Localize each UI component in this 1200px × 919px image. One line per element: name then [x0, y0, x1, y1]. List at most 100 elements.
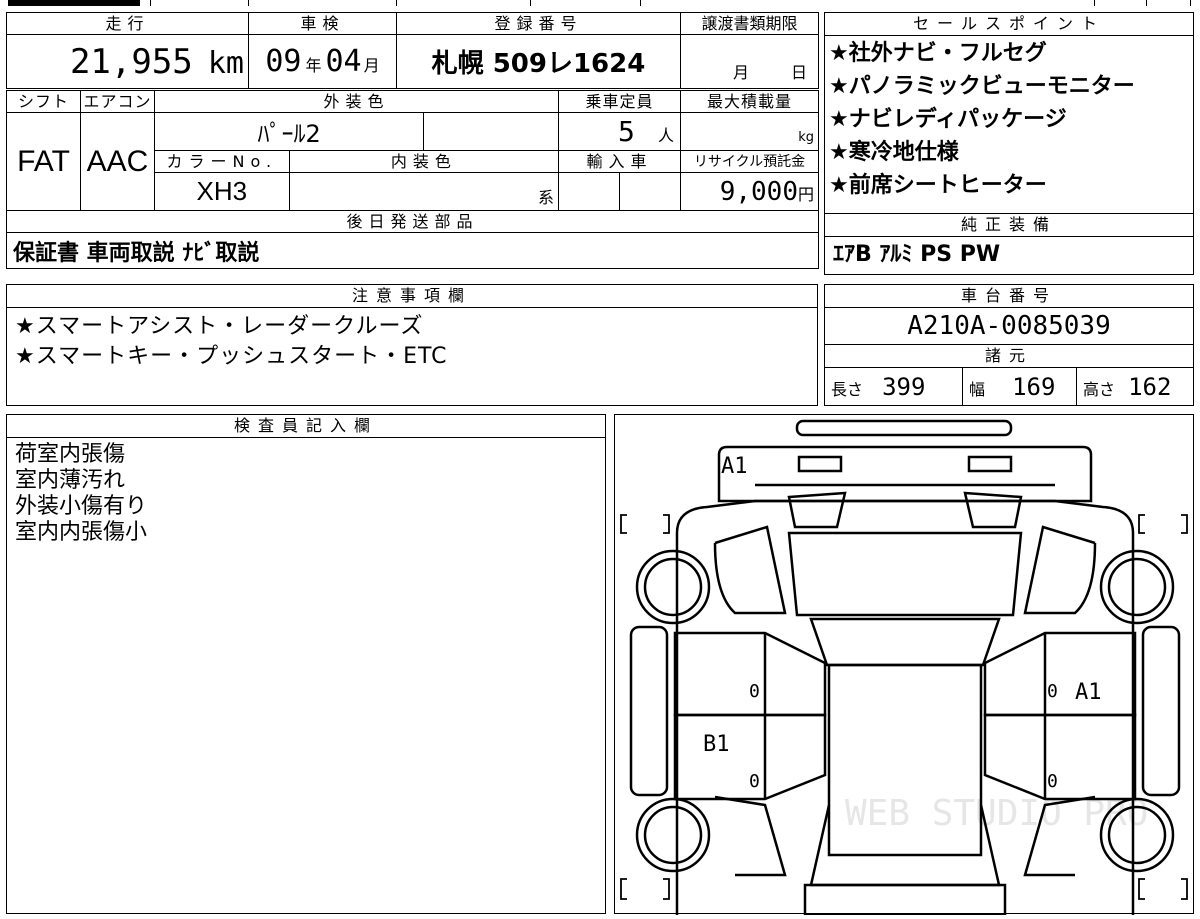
notes-panel: 注意事項欄 ★スマートアシスト・レーダークルーズ ★スマートキー・プッシュスター… [6, 284, 818, 406]
sales-points-list: ★社外ナビ・フルセグ ★パノラミックビューモニター ★ナビレディパッケージ ★寒… [825, 36, 1193, 202]
inspection-label: 車検 [248, 12, 397, 35]
wheel-rear-right [1099, 549, 1175, 625]
exterior-color-extra [423, 112, 559, 151]
color-no-label: カラーNo. [154, 150, 290, 173]
rear-quarter-glass-left [787, 491, 847, 529]
wheel-rear-left [635, 549, 711, 625]
inspector-item: 室内内張傷小 [15, 520, 148, 545]
height-cell: 高さ 162 [1077, 368, 1193, 406]
width-value: 169 [1012, 373, 1056, 401]
sales-points-panel: セールスポイント ★社外ナビ・フルセグ ★パノラミックビューモニター ★ナビレデ… [824, 12, 1194, 214]
hood [803, 883, 1007, 917]
door-rear-right [983, 631, 1137, 717]
recycle-label: リサイクル預託金 [680, 150, 819, 173]
width-cell: 幅 169 [963, 368, 1077, 406]
dimensions-row: 長さ 399 幅 169 高さ 162 [825, 368, 1193, 406]
rear-bumper [795, 419, 1013, 437]
recycle-cell: 9,000円 [680, 172, 819, 211]
inspector-item: 外装小傷有り [15, 494, 148, 519]
inspector-label: 検査員記入欄 [7, 415, 605, 438]
wheel-rear-left-inner [643, 557, 703, 617]
registration-value: 札幌 509レ1624 [396, 34, 681, 89]
month-unit: 月 [363, 56, 380, 75]
rear-hatch [717, 445, 1093, 503]
inspector-item: 荷室内張傷 [15, 442, 126, 467]
wheel-front-left [635, 797, 711, 873]
dimensions-label: 諸元 [825, 345, 1193, 368]
chassis-label: 車台番号 [825, 285, 1193, 308]
height-value: 162 [1128, 373, 1172, 401]
height-label: 高さ [1083, 380, 1116, 399]
top-strip [0, 0, 1200, 8]
transfer-deadline-cell: 月日 [680, 34, 819, 89]
exterior-color-value: ﾊﾟｰﾙ2 [153, 112, 425, 151]
damage-mark-left-door: B1 [703, 732, 730, 757]
side-sill-left [629, 625, 669, 797]
length-label: 長さ [831, 380, 864, 399]
sales-point-item: ★社外ナビ・フルセグ [829, 41, 1047, 66]
max-load-unit: kg [680, 112, 819, 151]
door-front-right [983, 713, 1137, 801]
later-parts-label: 後日発送部品 [6, 210, 819, 233]
exterior-color-label: 外装色 [154, 90, 559, 113]
door-zero-left-front: 0 [749, 771, 760, 792]
transfer-deadline-label: 譲渡書類期限 [680, 12, 819, 35]
roof-rear [809, 617, 1001, 667]
wheel-rear-right-inner [1107, 557, 1167, 617]
inspector-panel: 検査員記入欄 荷室内張傷 室内薄汚れ 外装小傷有り 室内内張傷小 [6, 414, 606, 914]
aircon-value: AAC [80, 112, 155, 211]
length-value: 399 [882, 373, 926, 401]
chassis-panel: 車台番号 A210A-0085039 諸元 長さ 399 幅 169 高さ 16… [824, 284, 1194, 406]
shift-value: FAT [6, 112, 81, 211]
chassis-value: A210A-0085039 [825, 308, 1193, 345]
rear-quarter-left [713, 525, 787, 615]
side-sill-right [1141, 625, 1181, 797]
year-unit: 年 [305, 56, 322, 75]
later-parts-value: 保証書 車両取説 ﾅﾋﾞ取説 [6, 232, 819, 269]
sales-point-item: ★寒冷地仕様 [829, 140, 959, 165]
notes-label: 注意事項欄 [7, 285, 817, 308]
header-row: 走行 車検 登録番号 譲渡書類期限 21,955 km 09 年 04 月 札幌 50… [6, 12, 819, 89]
door-rear-left [673, 631, 827, 717]
sales-points-label: セールスポイント [825, 13, 1193, 36]
color-no-value: XH3 [154, 172, 290, 211]
capacity-value: 5 [618, 115, 635, 148]
inspection-cell: 09 年 04 月 [248, 34, 397, 89]
genuine-equipment-label: 純正装備 [825, 214, 1193, 237]
import-cell-b [619, 172, 681, 211]
rear-quarter-glass-right [963, 491, 1023, 529]
body-right [675, 499, 1135, 915]
vehicle-diagram-panel: WEB STUDIO PRO A1 A1 B1 0 0 0 0 [614, 414, 1194, 917]
genuine-equipment-panel: 純正装備 ｴｱB ｱﾙﾐ PS PW [824, 213, 1194, 275]
inspector-list: 荷室内張傷 室内薄汚れ 外装小傷有り 室内内張傷小 [7, 438, 605, 546]
rear-window [787, 531, 1023, 617]
damage-mark-rear: A1 [721, 454, 748, 479]
notes-list: ★スマートアシスト・レーダークルーズ ★スマートキー・プッシュスタート・ETC [7, 308, 817, 372]
door-zero-right-front: 0 [1047, 771, 1058, 792]
rear-lamp-right [967, 455, 1013, 473]
damage-mark-right-door: A1 [1075, 680, 1102, 705]
wheel-front-left-inner [643, 805, 703, 865]
import-label: 輸入車 [558, 150, 681, 173]
aircon-label: エアコン [80, 90, 155, 113]
capacity-label: 乗車定員 [558, 90, 681, 113]
width-label: 幅 [969, 380, 986, 399]
note-item: ★スマートアシスト・レーダークルーズ [15, 314, 424, 339]
shift-label: シフト [6, 90, 81, 113]
mileage-value: 21,955 [69, 41, 193, 82]
spec-table: シフト エアコン 外装色 乗車定員 最大積載量 FAT AAC ﾊﾟｰﾙ2 5 … [6, 90, 819, 269]
door-zero-right-rear: 0 [1047, 681, 1058, 702]
recycle-unit: 円 [797, 184, 814, 204]
sales-point-item: ★パノラミックビューモニター [829, 74, 1135, 99]
interior-color-suffix: 系 [288, 172, 560, 211]
sales-point-item: ★ナビレディパッケージ [829, 107, 1067, 132]
note-item: ★スマートキー・プッシュスタート・ETC [15, 344, 448, 369]
registration-label: 登録番号 [396, 12, 681, 35]
sales-point-item: ★前席シートヒーター [829, 173, 1047, 198]
max-load-label: 最大積載量 [680, 90, 819, 113]
mileage-label: 走行 [6, 12, 249, 35]
transfer-day-unit: 日 [791, 62, 808, 82]
vehicle-diagram: WEB STUDIO PRO A1 A1 B1 0 0 0 0 [620, 419, 1188, 917]
inspection-month: 04 [325, 44, 362, 79]
capacity-cell: 5 人 [558, 112, 681, 151]
